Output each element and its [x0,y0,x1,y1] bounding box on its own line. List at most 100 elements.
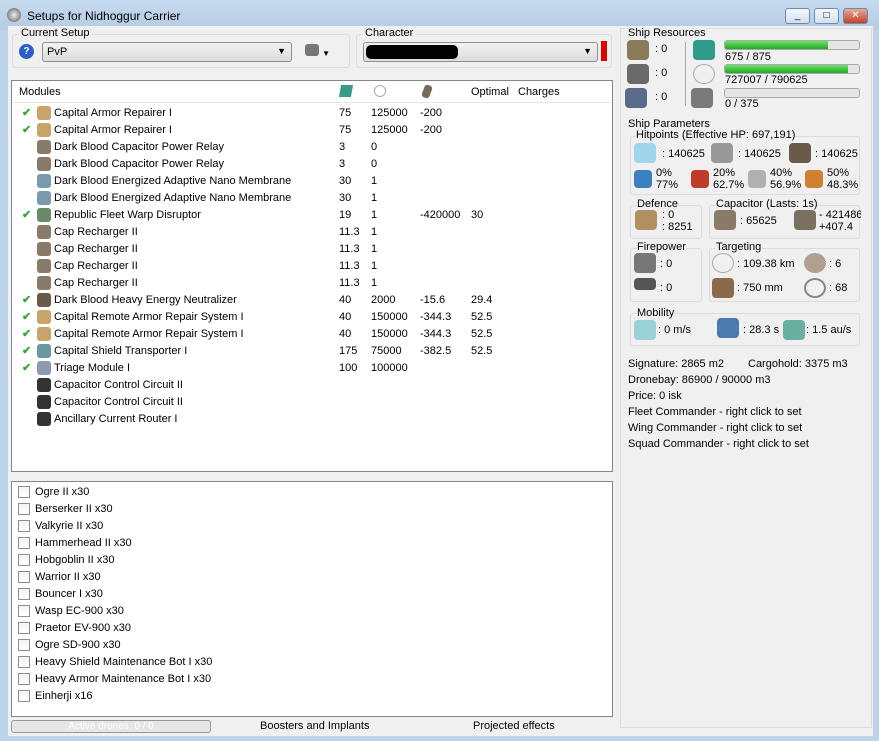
tab-boosters-implants[interactable]: Boosters and Implants [260,720,369,732]
fleet-commander[interactable]: Fleet Commander - right click to set [628,406,802,418]
drone-checkbox[interactable] [18,605,30,617]
drone-checkbox[interactable] [18,588,30,600]
drone-checkbox[interactable] [18,656,30,668]
drone-row[interactable]: Berserker II x30 [12,501,612,518]
check-icon[interactable]: ✔ [22,361,31,374]
drone-row[interactable]: Warrior II x30 [12,569,612,586]
drone-row[interactable]: Bouncer I x30 [12,586,612,603]
drone-checkbox[interactable] [18,639,30,651]
max-targets: : 6 [829,258,842,270]
module-row[interactable]: ✔ Republic Fleet Warp Disruptor 19 1 -420000… [12,207,612,224]
module-row[interactable]: ✔ Capital Armor Repairer I 75 125000 -200 [12,122,612,139]
module-row[interactable]: ✔ Capital Remote Armor Repair System I 40 1… [12,309,612,326]
module-icon [37,344,51,358]
module-row[interactable]: Capacitor Control Circuit II [12,377,612,394]
drone-checkbox[interactable] [18,690,30,702]
check-icon[interactable]: ✔ [22,293,31,306]
module-capacitor: -382.5 [420,345,452,357]
module-row[interactable]: ✔ Dark Blood Heavy Energy Neutralizer 40 20… [12,292,612,309]
check-icon[interactable]: ✔ [22,123,31,136]
sensor-strength: : 68 [829,282,848,294]
col-modules[interactable]: Modules [19,86,61,98]
drone-row[interactable]: Valkyrie II x30 [12,518,612,535]
module-row[interactable]: Dark Blood Capacitor Power Relay 3 0 [12,139,612,156]
module-row[interactable]: Cap Recharger II 11.3 1 [12,241,612,258]
module-row[interactable]: Dark Blood Energized Adaptive Nano Membr… [12,190,612,207]
drone-row[interactable]: Wasp EC-900 x30 [12,603,612,620]
mobility-label: Mobility [637,307,675,319]
drone-checkbox[interactable] [18,673,30,685]
tools-icon [305,44,319,56]
col-capacitor-icon[interactable] [421,84,433,99]
module-row[interactable]: Cap Recharger II 11.3 1 [12,275,612,292]
drone-row[interactable]: Hammerhead II x30 [12,535,612,552]
module-row[interactable]: Capacitor Control Circuit II [12,394,612,411]
squad-commander[interactable]: Squad Commander - right click to set [628,438,809,450]
minimize-button[interactable]: _ [785,8,810,24]
col-charges[interactable]: Charges [518,86,560,98]
max-targets-icon [804,253,826,273]
drone-checkbox[interactable] [18,554,30,566]
drone-checkbox[interactable] [18,571,30,583]
drone-checkbox[interactable] [18,503,30,515]
module-row[interactable]: ✔ Capital Remote Armor Repair System I 40 1… [12,326,612,343]
drone-checkbox[interactable] [18,486,30,498]
module-name: Cap Recharger II [54,260,138,272]
speed-icon [634,320,656,340]
explosive-resist-icon [805,170,823,188]
module-row[interactable]: Dark Blood Capacitor Power Relay 3 0 [12,156,612,173]
divider [685,42,686,106]
maximize-button[interactable]: □ [814,8,839,24]
module-powergrid: 1 [371,192,378,204]
check-icon[interactable]: ✔ [22,344,31,357]
module-name: Ancillary Current Router I [54,413,178,425]
check-icon[interactable]: ✔ [22,310,31,323]
module-icon [37,378,51,392]
drones-list[interactable]: Ogre II x30 Berserker II x30 Valkyrie II x… [11,481,613,717]
setup-dropdown[interactable]: PvP ▼ [42,42,292,62]
thermal-shield-resist: 20% [713,167,736,179]
drone-row[interactable]: Ogre SD-900 x30 [12,637,612,654]
drone-name: Valkyrie II x30 [35,520,104,532]
drone-row[interactable]: Einherji x16 [12,688,612,705]
drone-name: Berserker II x30 [35,503,113,515]
align-time: : 28.3 s [743,324,780,336]
drone-checkbox[interactable] [18,622,30,634]
help-icon[interactable]: ? [19,44,34,59]
module-row[interactable]: Cap Recharger II 11.3 1 [12,224,612,241]
module-row[interactable]: ✔ Triage Module I 100 100000 [12,360,612,377]
calibration-bar [724,88,860,98]
check-icon[interactable]: ✔ [22,106,31,119]
drone-row[interactable]: Hobgoblin II x30 [12,552,612,569]
module-capacitor: -200 [420,124,443,136]
module-cpu: 75 [339,124,352,136]
drone-row[interactable]: Heavy Shield Maintenance Bot I x30 [12,654,612,671]
module-row[interactable]: ✔ Capital Shield Transporter I 175 75000 -38… [12,343,612,360]
drone-row[interactable]: Heavy Armor Maintenance Bot I x30 [12,671,612,688]
check-icon[interactable]: ✔ [22,327,31,340]
col-cpu-icon[interactable] [338,85,354,97]
drone-checkbox[interactable] [18,537,30,549]
module-capacitor: -15.6 [420,294,446,306]
col-powergrid-icon[interactable] [374,85,386,97]
close-button[interactable]: ✕ [843,8,868,24]
module-row[interactable]: Dark Blood Energized Adaptive Nano Membr… [12,173,612,190]
col-optimal[interactable]: Optimal [471,86,509,98]
drone-row[interactable]: Praetor EV-900 x30 [12,620,612,637]
character-dropdown[interactable]: ▼ [363,42,598,62]
module-row[interactable]: Cap Recharger II 11.3 1 [12,258,612,275]
module-optimal: 52.5 [471,311,493,323]
turret-hardpoint-icon [627,40,649,60]
launcher-hardpoint-icon [627,64,649,84]
tab-projected-effects[interactable]: Projected effects [473,720,555,732]
modules-list[interactable]: Modules Optimal Charges ✔ Capital Armor R… [11,80,613,472]
drone-checkbox[interactable] [18,520,30,532]
setup-tools-button[interactable]: ▼ [305,44,335,60]
drone-row[interactable]: Ogre II x30 [12,484,612,501]
module-icon [37,106,51,120]
check-icon[interactable]: ✔ [22,208,31,221]
wing-commander[interactable]: Wing Commander - right click to set [628,422,802,434]
explosive-shield-resist: 50% [827,167,850,179]
module-row[interactable]: Ancillary Current Router I [12,411,612,428]
module-row[interactable]: ✔ Capital Armor Repairer I 75 125000 -200 [12,105,612,122]
